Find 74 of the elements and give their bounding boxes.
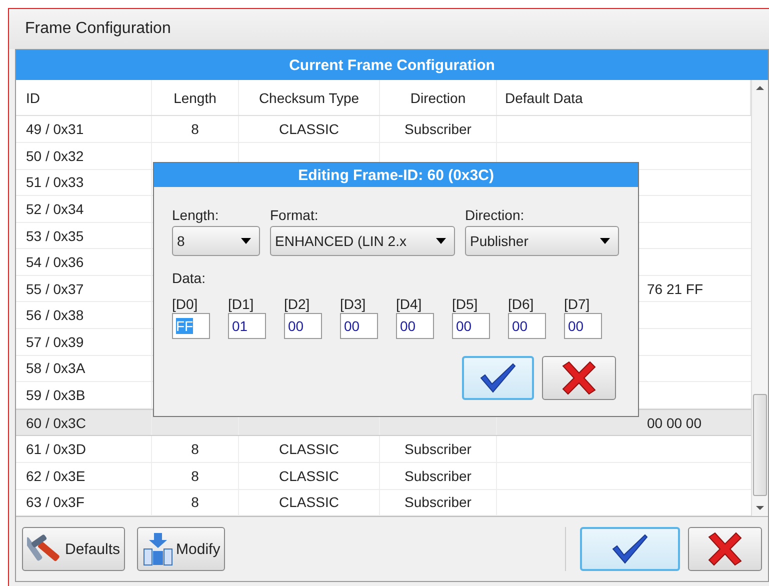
- dropdown[interactable]: ENHANCED (LIN 2.x: [270, 226, 455, 256]
- caret-icon: [600, 238, 610, 244]
- ok-button[interactable]: [580, 527, 680, 571]
- field-label: Format:: [270, 207, 320, 223]
- cancel-button[interactable]: [688, 527, 762, 571]
- dropdown[interactable]: 8: [172, 226, 260, 256]
- check-icon: [611, 533, 649, 565]
- field-label: Data:: [172, 270, 206, 286]
- byte-field[interactable]: 00: [340, 313, 378, 339]
- table-title: Current Frame Configuration: [16, 50, 768, 80]
- byte-label: [D6]: [508, 296, 535, 312]
- caret-icon: [241, 238, 251, 244]
- x-icon: [706, 532, 744, 566]
- table-cell: 76 21 FF: [647, 280, 704, 297]
- byte-field[interactable]: 01: [228, 313, 266, 339]
- table-cell: 00 00 00: [647, 414, 702, 431]
- table-cell: 8: [191, 441, 199, 458]
- check-icon: [479, 362, 517, 394]
- table-cell: 50 / 0x32: [26, 148, 84, 164]
- dropdown[interactable]: Publisher: [465, 226, 619, 256]
- table-cell: 60 / 0x3C: [26, 414, 86, 431]
- scrollbar[interactable]: [751, 80, 768, 516]
- modify-button[interactable]: Modify: [137, 527, 226, 571]
- table-cell: CLASSIC: [279, 441, 339, 458]
- table-cell: Subscriber: [404, 468, 472, 484]
- byte-label: [D5]: [452, 296, 479, 312]
- defaults-button[interactable]: Defaults: [22, 527, 126, 571]
- table-cell: 54 / 0x36: [26, 254, 84, 270]
- table-cell: CLASSIC: [279, 468, 339, 484]
- table-cell: 62 / 0x3E: [26, 468, 86, 484]
- column-header[interactable]: Length: [152, 80, 239, 116]
- table-cell: Subscriber: [404, 494, 472, 510]
- caret-icon: [436, 238, 446, 244]
- ok-button[interactable]: [462, 356, 534, 400]
- table-cell: 52 / 0x34: [26, 200, 84, 217]
- byte-label: [D0]: [172, 296, 199, 312]
- table-cell: 63 / 0x3F: [26, 494, 84, 510]
- column-header[interactable]: Checksum Type: [239, 80, 380, 116]
- table-cell: CLASSIC: [279, 494, 339, 510]
- byte-field[interactable]: 00: [284, 313, 322, 339]
- byte-label: [D3]: [340, 296, 367, 312]
- byte-field[interactable]: 00: [452, 313, 490, 339]
- field-label: Direction:: [465, 207, 526, 223]
- table-cell: 57 / 0x39: [26, 334, 84, 350]
- column-header[interactable]: ID: [16, 80, 152, 116]
- table-cell: 55 / 0x37: [26, 280, 84, 297]
- table-cell: 53 / 0x35: [26, 228, 84, 244]
- table-cell: 51 / 0x33: [26, 174, 84, 190]
- byte-field[interactable]: 00: [508, 313, 546, 339]
- column-header[interactable]: Direction: [380, 80, 497, 116]
- table-cell: 56 / 0x38: [26, 307, 84, 324]
- table-cell: 8: [191, 121, 199, 138]
- table-cell: 58 / 0x3A: [26, 360, 86, 376]
- table-cell: 59 / 0x3B: [26, 386, 86, 403]
- dialog-title: Editing Frame-ID: 60 (0x3C): [154, 163, 638, 187]
- byte-field[interactable]: 00: [396, 313, 434, 339]
- arrow-into-box-icon: [142, 532, 174, 566]
- field-label: Length:: [172, 207, 220, 223]
- table-cell: CLASSIC: [279, 121, 339, 138]
- byte-label: [D4]: [396, 296, 423, 312]
- cancel-button[interactable]: [542, 356, 616, 400]
- byte-label: [D1]: [228, 296, 255, 312]
- table-cell: Subscriber: [404, 441, 472, 458]
- table-cell: 61 / 0x3D: [26, 441, 86, 458]
- scroll-thumb[interactable]: [753, 394, 767, 496]
- byte-field[interactable]: 00: [564, 313, 602, 339]
- table-cell: 8: [191, 494, 199, 510]
- table-cell: Subscriber: [404, 121, 472, 138]
- x-icon: [560, 361, 598, 395]
- table-cell: 8: [191, 468, 199, 484]
- table-cell: 49 / 0x31: [26, 121, 84, 138]
- byte-label: [D7]: [564, 296, 591, 312]
- byte-label: [D2]: [284, 296, 311, 312]
- window-title: Frame Configuration: [25, 20, 171, 38]
